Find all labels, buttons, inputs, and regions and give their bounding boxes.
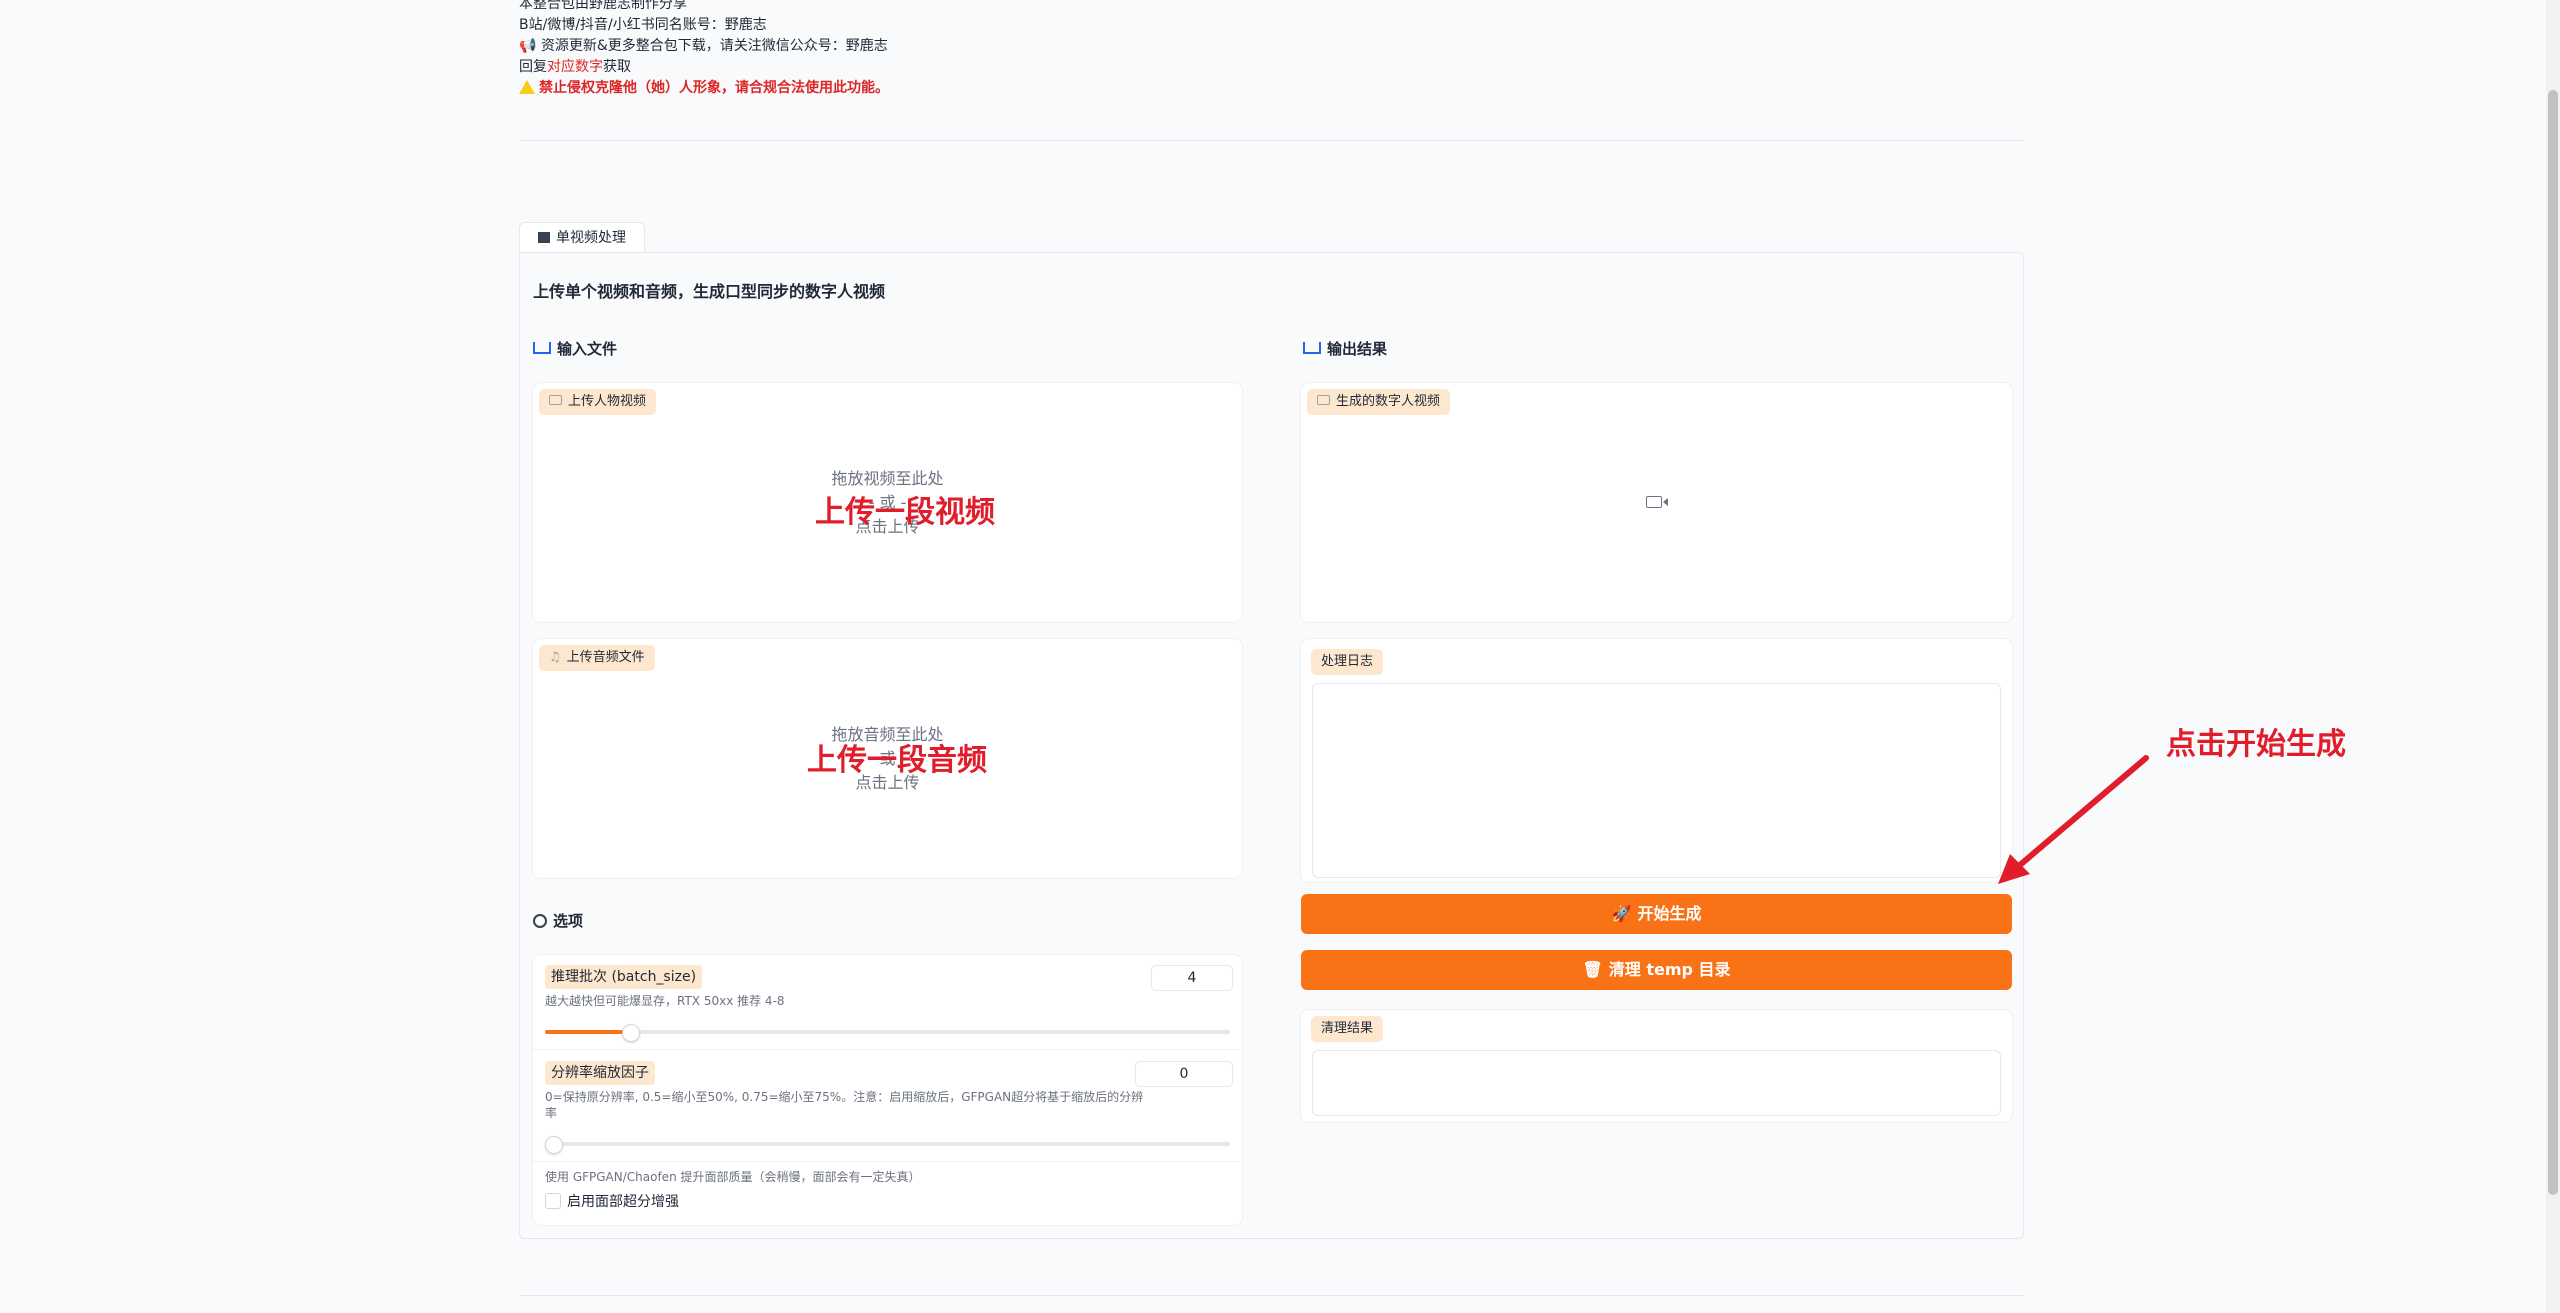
- options-divider-1: [533, 1049, 1242, 1050]
- audio-upload-dropzone[interactable]: ♫ 上传音频文件 拖放音频至此处 - 或 - 点击上传 上传一段音频: [533, 639, 1242, 878]
- scale-factor-label: 分辨率缩放因子: [545, 1061, 655, 1085]
- scale-factor-description-2: 率: [545, 1106, 558, 1120]
- process-log-textarea[interactable]: [1312, 683, 2001, 878]
- options-divider-2: [533, 1161, 1242, 1162]
- batch-size-label: 推理批次 (batch_size): [545, 965, 703, 989]
- start-annotation-text: 点击开始生成: [2166, 727, 2346, 762]
- video-upload-dropzone[interactable]: 上传人物视频 拖放视频至此处 - 或 - 点击上传 上传一段视频: [533, 383, 1242, 622]
- tab-label: 单视频处理: [556, 230, 626, 246]
- batch-size-slider-fill: [545, 1030, 630, 1034]
- audio-upload-label-text: 上传音频文件: [566, 650, 645, 665]
- info-line-4-suffix: 获取: [603, 59, 631, 75]
- batch-size-description: 越大越快但可能爆显存，RTX 50xx 推荐 4-8: [545, 994, 785, 1008]
- warning-text: 禁止侵权克隆他（她）人形象，请合规合法使用此功能。: [539, 80, 889, 96]
- gear-icon: [533, 914, 547, 928]
- annotation-arrow: [1998, 755, 2149, 884]
- start-generate-button-label: 开始生成: [1637, 904, 1702, 923]
- scale-factor-slider-thumb[interactable]: [545, 1136, 563, 1154]
- options-title-text: 选项: [553, 912, 584, 930]
- process-log-block: 处理日志: [1301, 639, 2012, 882]
- info-line-4: 回复对应数字获取: [519, 57, 631, 77]
- audio-upload-label: ♫ 上传音频文件: [539, 645, 655, 671]
- info-line-4-prefix: 回复: [519, 59, 547, 75]
- video-icon: [1317, 395, 1330, 405]
- process-log-label: 处理日志: [1311, 649, 1384, 675]
- info-line-4-highlight: 对应数字: [547, 59, 603, 75]
- options-title: 选项: [533, 910, 583, 931]
- warning-icon: [519, 80, 535, 94]
- face-enhance-description: 使用 GFPGAN/Chaofen 提升面部质量（会稍慢，面部会有一定失真）: [545, 1170, 921, 1184]
- audio-annotation-overlay: 上传一段音频: [807, 743, 987, 778]
- clean-temp-button-label: 清理 temp 目录: [1608, 960, 1731, 979]
- output-video-label: 生成的数字人视频: [1307, 389, 1451, 415]
- info-line-1: 本整合包由野鹿志制作分享: [519, 0, 687, 12]
- input-section-label: 输入文件: [557, 340, 618, 358]
- options-card: 推理批次 (batch_size) 越大越快但可能爆显存，RTX 50xx 推荐…: [533, 955, 1242, 1225]
- video-camera-icon: [1646, 496, 1668, 508]
- scale-factor-input[interactable]: 0: [1135, 1061, 1233, 1087]
- upload-tray-icon: [533, 342, 551, 354]
- trash-icon: 🗑: [1582, 960, 1603, 979]
- clean-result-block: 清理结果: [1301, 1010, 2012, 1122]
- page-scrollbar-thumb[interactable]: [2548, 90, 2558, 1195]
- clean-result-label: 清理结果: [1311, 1016, 1384, 1042]
- page-heading: 上传单个视频和音频，生成口型同步的数字人视频: [533, 282, 886, 301]
- batch-size-slider-thumb[interactable]: [622, 1024, 640, 1042]
- batch-size-slider-track[interactable]: [545, 1030, 1230, 1034]
- output-video-player: 生成的数字人视频: [1301, 383, 2012, 622]
- page-scrollbar[interactable]: [2546, 0, 2560, 1313]
- bottom-divider: [519, 1295, 2024, 1296]
- video-icon: [549, 395, 562, 405]
- download-tray-icon: [1303, 342, 1321, 354]
- clapperboard-icon: [538, 232, 550, 243]
- info-line-3: 📢 资源更新&更多整合包下载，请关注微信公众号：野鹿志: [519, 38, 888, 54]
- video-upload-label: 上传人物视频: [539, 389, 657, 415]
- output-section-title: 输出结果: [1303, 338, 1387, 359]
- face-enhance-label: 启用面部超分增强: [567, 1194, 679, 1210]
- input-section-title: 输入文件: [533, 338, 617, 359]
- music-note-icon: ♫: [549, 650, 561, 665]
- video-upload-label-text: 上传人物视频: [568, 394, 647, 409]
- batch-size-input[interactable]: 4: [1151, 965, 1233, 991]
- output-section-label: 输出结果: [1327, 340, 1388, 358]
- output-video-label-text: 生成的数字人视频: [1336, 394, 1441, 409]
- scale-factor-slider-track[interactable]: [545, 1142, 1230, 1146]
- face-enhance-checkbox[interactable]: [545, 1193, 561, 1209]
- start-generate-button[interactable]: 🚀 开始生成: [1301, 894, 2012, 934]
- info-line-5: 禁止侵权克隆他（她）人形象，请合规合法使用此功能。: [519, 78, 889, 98]
- rocket-icon: 🚀: [1611, 904, 1632, 923]
- clean-result-textarea[interactable]: [1312, 1050, 2001, 1116]
- scale-factor-description-1: 0=保持原分辨率, 0.5=缩小至50%, 0.75=缩小至75%。注意：启用缩…: [545, 1090, 1144, 1104]
- video-annotation-overlay: 上传一段视频: [815, 495, 995, 530]
- clean-temp-button[interactable]: 🗑 清理 temp 目录: [1301, 950, 2012, 990]
- top-divider: [519, 140, 2024, 141]
- info-line-2: B站/微博/抖音/小红书同名账号：野鹿志: [519, 17, 767, 33]
- tab-single-video[interactable]: 单视频处理: [519, 222, 645, 253]
